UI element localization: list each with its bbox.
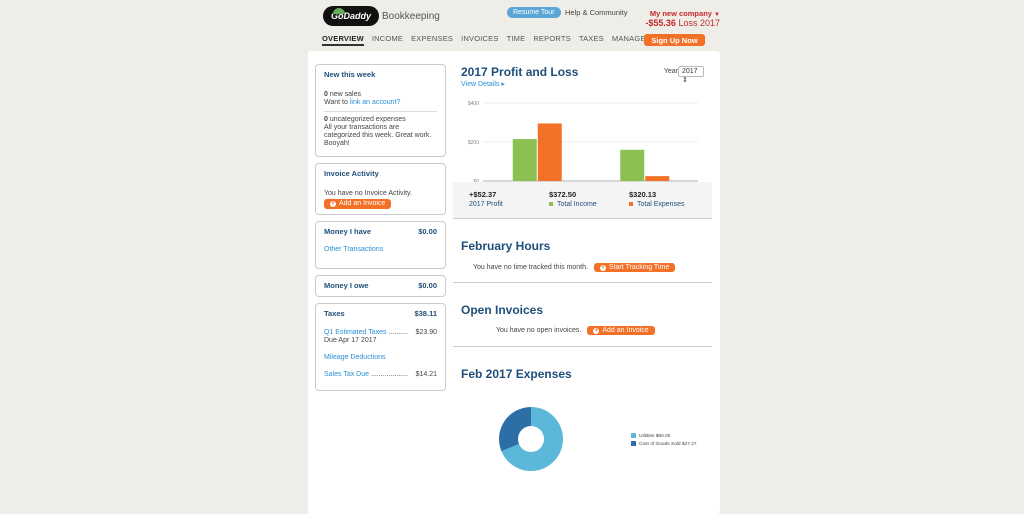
profit-value: +$52.37 [469, 190, 497, 199]
start-tracking-time-button[interactable]: + Start Tracking Time [593, 263, 676, 272]
profit-loss-title: 2017 Profit and Loss [461, 65, 579, 79]
feb-expenses-section: Feb 2017 Expenses Utilities $60.00 Cost o… [453, 346, 712, 501]
money-i-owe-card: Money I owe $0.00 [315, 275, 446, 297]
legend-swatch [631, 433, 636, 438]
donut-slice-1 [499, 407, 531, 452]
open-invoices-section: Open Invoices You have no open invoices.… [453, 282, 712, 346]
profit-loss-section: 2017 Profit and Loss Year 2017 ⇕ View De… [453, 65, 712, 185]
february-hours-title: February Hours [461, 239, 551, 253]
stepper-icon: ⇕ [682, 77, 688, 84]
nav-overview[interactable]: OVERVIEW [322, 34, 364, 46]
feb-expenses-title: Feb 2017 Expenses [461, 367, 572, 381]
add-invoice-button[interactable]: + Add an Invoice [587, 326, 655, 335]
nav-time[interactable]: TIME [507, 34, 526, 46]
bar-jan-income [512, 139, 537, 181]
bar-feb-expenses [645, 176, 670, 181]
other-transactions-link[interactable]: Other Transactions [324, 246, 383, 253]
open-invoices-title: Open Invoices [461, 303, 544, 317]
legend-swatch [631, 441, 636, 446]
nav-invoices[interactable]: INVOICES [461, 34, 498, 46]
add-invoice-button[interactable]: + Add an Invoice [324, 199, 392, 209]
expenses-donut-chart: Utilities $60.00 Cost of Goods Sold $27.2… [499, 407, 697, 471]
mileage-deductions-link[interactable]: Mileage Deductions [324, 354, 385, 361]
expenses-swatch [629, 202, 633, 207]
legend-label: Utilities $60.00 [639, 433, 671, 439]
plus-icon: + [330, 201, 336, 207]
invoice-activity-card: Invoice Activity You have no Invoice Act… [315, 163, 446, 215]
resume-tour-button[interactable]: Resume Tour [507, 7, 561, 18]
content-panel: New this week 0 new sales Want to link a… [308, 51, 720, 514]
y-tick-label: $400 [468, 101, 479, 107]
nav-income[interactable]: INCOME [372, 34, 403, 46]
godaddy-logo[interactable]: GoDaddy [323, 6, 379, 26]
logo-hat-icon [333, 8, 345, 14]
february-hours-section: February Hours You have no time tracked … [453, 218, 712, 282]
year-select[interactable]: 2017 ⇕ [678, 66, 704, 84]
loss-summary: -$55.36 Loss 2017 [645, 18, 720, 28]
taxes-card: Taxes $38.11 Q1 Estimated Taxes .........… [315, 303, 446, 391]
legend-label: Cost of Goods Sold $27.27 [639, 441, 697, 447]
y-tick-label: $200 [468, 140, 479, 146]
plus-icon: + [599, 264, 606, 271]
main-nav: OVERVIEW INCOME EXPENSES INVOICES TIME R… [322, 34, 654, 46]
link-account-link[interactable]: link an account? [350, 99, 401, 106]
new-this-week-card: New this week 0 new sales Want to link a… [315, 64, 446, 157]
income-value: $372.50 [549, 190, 577, 199]
bar-jan-expenses [537, 123, 562, 181]
nav-expenses[interactable]: EXPENSES [411, 34, 453, 46]
profit-label: 2017 Profit [469, 201, 503, 208]
nav-taxes[interactable]: TAXES [579, 34, 604, 46]
sales-tax-due-link[interactable]: Sales Tax Due [324, 371, 369, 378]
income-swatch [549, 202, 553, 207]
nav-manage[interactable]: MANAGE [612, 34, 646, 46]
plus-icon: + [593, 327, 600, 334]
sign-up-button[interactable]: Sign Up Now [644, 34, 705, 46]
q1-estimated-taxes-link[interactable]: Q1 Estimated Taxes [324, 329, 387, 336]
money-i-have-card: Money I have $0.00 Other Transactions [315, 221, 446, 269]
help-community-link[interactable]: Help & Community [565, 8, 628, 17]
bar-feb-income [620, 149, 645, 181]
profit-loss-totals: +$52.37 2017 Profit $372.50 Total Income… [453, 182, 712, 218]
profit-loss-bar-chart: $0$200$400JanFeb [468, 101, 698, 185]
expenses-value: $320.13 [629, 190, 657, 199]
view-details-link[interactable]: View Details ▸ [461, 80, 505, 88]
nav-reports[interactable]: REPORTS [533, 34, 571, 46]
product-name: Bookkeeping [382, 11, 440, 22]
